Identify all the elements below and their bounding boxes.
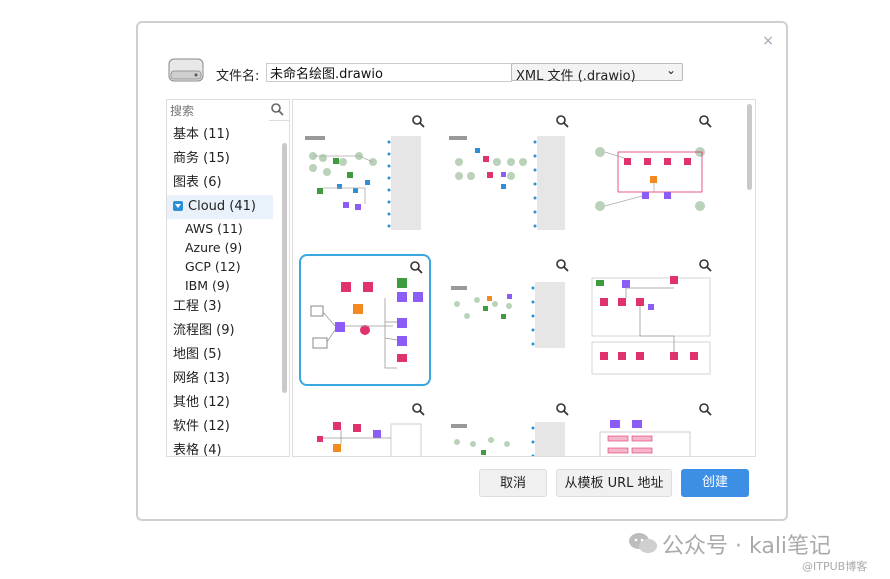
- template-thumbnail[interactable]: [586, 398, 718, 456]
- subcategory-ibm[interactable]: IBM (9): [167, 276, 289, 295]
- subcategory-aws[interactable]: AWS (11): [167, 219, 289, 238]
- format-selected-value: XML 文件 (.drawio): [516, 69, 636, 84]
- category-tables[interactable]: 表格 (4): [167, 439, 273, 456]
- wechat-icon: [629, 533, 657, 553]
- subcategory-azure[interactable]: Azure (9): [167, 238, 289, 257]
- search-box: [167, 100, 289, 121]
- filename-label: 文件名:: [216, 69, 260, 84]
- from-template-url-button[interactable]: 从模板 URL 地址: [556, 469, 672, 497]
- template-preview: [317, 422, 422, 456]
- subcategory-gcp[interactable]: GCP (12): [167, 257, 289, 276]
- new-diagram-dialog: × 文件名: XML 文件 (.drawio) ⌄ 基本 (11) 商务 (15…: [136, 21, 788, 521]
- template-preview: [599, 420, 691, 456]
- category-charts[interactable]: 图表 (6): [167, 171, 273, 195]
- template-preview: [591, 276, 711, 375]
- template-thumbnail[interactable]: [586, 254, 718, 386]
- zoom-icon[interactable]: [555, 402, 569, 416]
- template-thumbnail-selected[interactable]: [299, 254, 431, 386]
- zoom-icon[interactable]: [409, 260, 423, 274]
- disk-icon: [168, 58, 204, 82]
- zoom-icon[interactable]: [411, 114, 425, 128]
- template-preview: [310, 278, 423, 369]
- zoom-icon[interactable]: [411, 402, 425, 416]
- template-thumbnail[interactable]: [443, 110, 575, 242]
- cancel-button[interactable]: 取消: [479, 469, 547, 497]
- category-engineering[interactable]: 工程 (3): [167, 295, 273, 319]
- zoom-icon[interactable]: [698, 402, 712, 416]
- close-icon[interactable]: ×: [762, 33, 774, 49]
- template-preview: [595, 147, 705, 211]
- template-scrollbar[interactable]: [747, 104, 752, 190]
- category-flowchart[interactable]: 流程图 (9): [167, 319, 273, 343]
- search-input[interactable]: [167, 101, 269, 121]
- template-grid: [292, 99, 756, 457]
- zoom-icon[interactable]: [555, 258, 569, 272]
- create-button[interactable]: 创建: [681, 469, 749, 497]
- template-preview: [451, 282, 565, 348]
- category-cloud[interactable]: Cloud (41): [167, 195, 273, 219]
- watermark-text: 公众号 · kali笔记: [662, 534, 832, 559]
- category-business[interactable]: 商务 (15): [167, 147, 273, 171]
- chevron-down-icon: ⌄: [665, 63, 676, 77]
- collapse-icon: [173, 201, 183, 211]
- template-preview: [451, 422, 565, 456]
- zoom-icon[interactable]: [698, 114, 712, 128]
- watermark-subtext: @ITPUB博客: [802, 560, 868, 573]
- template-preview: [449, 136, 565, 230]
- template-thumbnail[interactable]: [299, 110, 431, 242]
- category-panel: 基本 (11) 商务 (15) 图表 (6) Cloud (41) AWS (1…: [166, 99, 290, 457]
- zoom-icon[interactable]: [698, 258, 712, 272]
- category-maps[interactable]: 地图 (5): [167, 343, 273, 367]
- format-select[interactable]: XML 文件 (.drawio) ⌄: [511, 63, 683, 84]
- category-list: 基本 (11) 商务 (15) 图表 (6) Cloud (41) AWS (1…: [167, 121, 289, 456]
- search-icon[interactable]: [270, 102, 284, 116]
- template-thumbnail[interactable]: [443, 398, 575, 456]
- zoom-icon[interactable]: [555, 114, 569, 128]
- category-other[interactable]: 其他 (12): [167, 391, 273, 415]
- category-network[interactable]: 网络 (13): [167, 367, 273, 391]
- filename-input[interactable]: [266, 63, 512, 82]
- template-preview: [305, 136, 421, 230]
- template-thumbnail[interactable]: [299, 398, 431, 456]
- category-software[interactable]: 软件 (12): [167, 415, 273, 439]
- category-scrollbar[interactable]: [282, 143, 287, 393]
- template-thumbnail[interactable]: [586, 110, 718, 242]
- template-thumbnail[interactable]: [443, 254, 575, 386]
- category-basic[interactable]: 基本 (11): [167, 123, 273, 147]
